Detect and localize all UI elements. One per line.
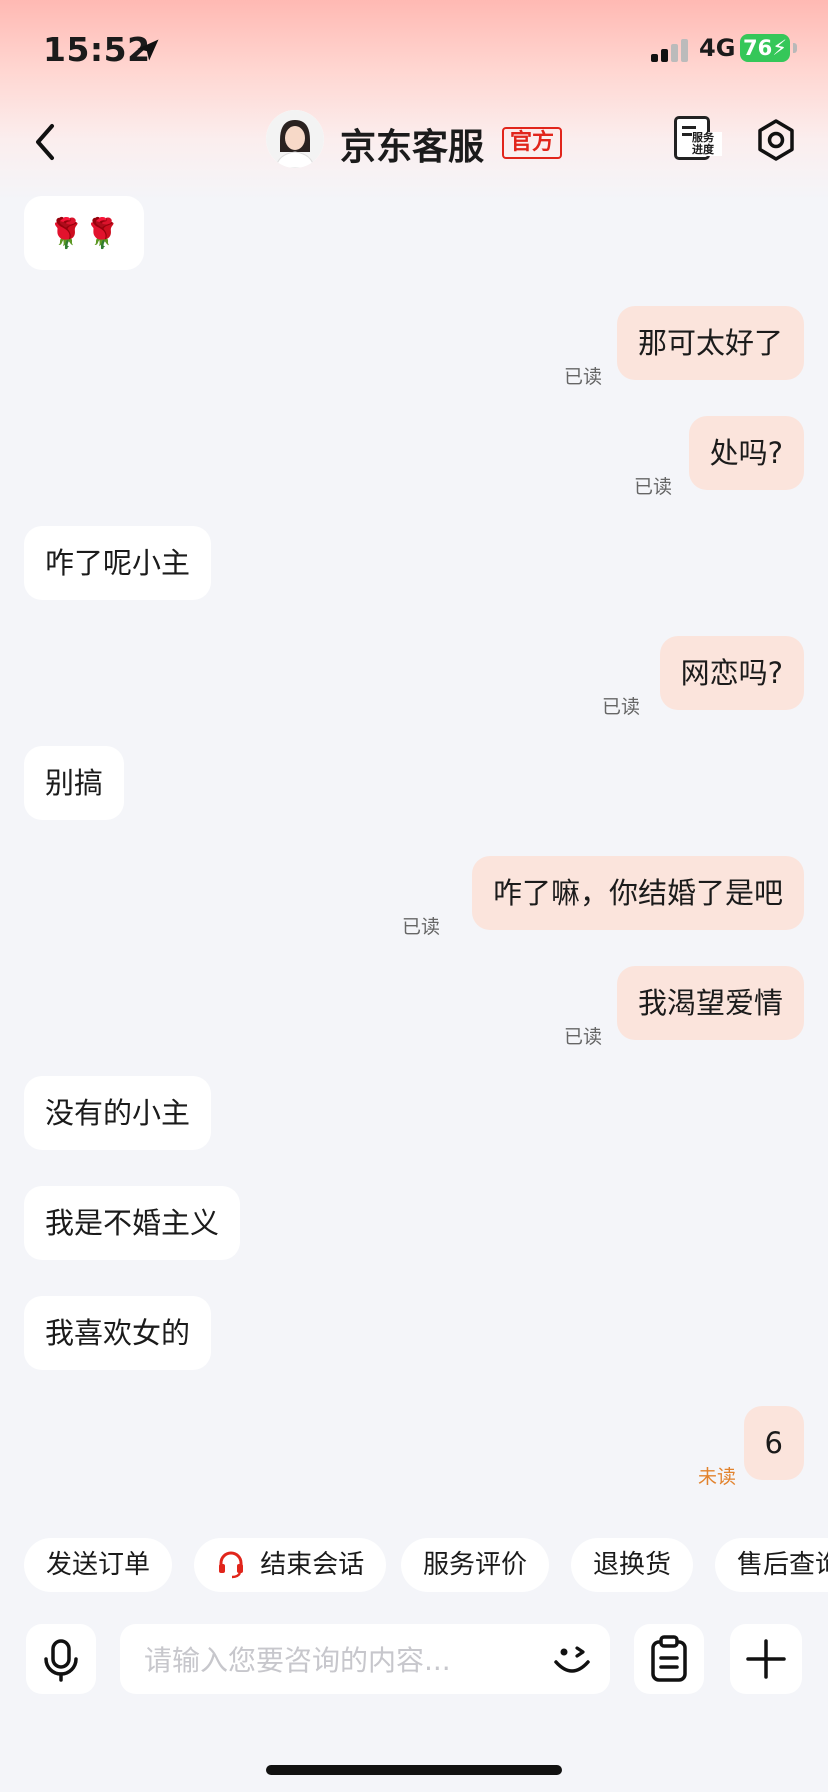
home-indicator [266, 1765, 562, 1775]
settings-gear-icon[interactable] [754, 118, 798, 162]
message-bubble-incoming[interactable]: 别搞 [24, 746, 125, 820]
agent-avatar[interactable] [266, 110, 324, 168]
headset-icon [219, 1551, 243, 1579]
cellular-signal-icon [651, 38, 691, 62]
end-session-button[interactable]: 结束会话 [194, 1538, 387, 1592]
message-text: 我渴望爱情 [637, 986, 783, 1020]
read-status: 已读 [563, 366, 602, 388]
read-status: 已读 [601, 696, 640, 718]
chip-label: 服务评价 [423, 1550, 528, 1580]
read-status: 已读 [633, 476, 672, 498]
more-options-button[interactable] [730, 1624, 802, 1694]
wink-emoji-icon[interactable] [550, 1638, 594, 1682]
plus-icon [746, 1639, 786, 1679]
clipboard-button[interactable] [634, 1624, 704, 1694]
message-text: 那可太好了 [637, 326, 783, 360]
charging-icon: ⚡ [772, 36, 787, 60]
service-progress-label: 服务进度 [692, 132, 722, 156]
service-progress-button[interactable]: 服务进度 [672, 114, 722, 164]
message-bubble-outgoing[interactable]: 那可太好了 [616, 306, 804, 380]
message-bubble-outgoing[interactable]: 6 [743, 1406, 804, 1480]
voice-input-button[interactable] [26, 1624, 96, 1694]
location-arrow-icon [137, 39, 159, 61]
agent-avatar-illustration [266, 110, 324, 168]
message-text: 我喜欢女的 [45, 1316, 191, 1350]
send-order-button[interactable]: 发送订单 [24, 1538, 173, 1592]
read-status: 已读 [401, 916, 440, 938]
message-text: 处吗? [709, 436, 783, 470]
message-bubble-incoming[interactable]: 我喜欢女的 [24, 1296, 212, 1370]
message-text: 咋了呢小主 [45, 546, 191, 580]
message-text: 没有的小主 [45, 1096, 191, 1130]
microphone-icon [44, 1639, 78, 1682]
message-text: 别搞 [45, 766, 104, 800]
message-bubble-incoming[interactable]: 我是不婚主义 [24, 1186, 241, 1260]
message-input-container [120, 1624, 610, 1696]
chip-label: 售后查询 [737, 1550, 828, 1580]
message-bubble-incoming[interactable]: 咋了呢小主 [24, 526, 212, 600]
page-title: 京东客服 [340, 127, 485, 168]
clipboard-icon [651, 1635, 687, 1682]
message-input[interactable] [142, 1624, 546, 1696]
quick-actions-bar: 发送订单 结束会话 服务评价 退换货 售后查询 [0, 1536, 828, 1596]
nav-bar: 京东客服 官方 服务进度 [0, 100, 828, 180]
message-text: 网恋吗? [680, 656, 783, 690]
official-badge: 官方 [502, 127, 563, 159]
battery-indicator: 76 ⚡ [740, 34, 790, 62]
return-exchange-button[interactable]: 退换货 [571, 1538, 694, 1592]
read-status: 已读 [563, 1026, 602, 1048]
after-sales-query-button[interactable]: 售后查询 [715, 1538, 828, 1592]
message-text: 咋了嘛，你结婚了是吧 [492, 876, 783, 910]
message-text: 我是不婚主义 [45, 1206, 220, 1240]
status-bar: 15:52 4G 76 ⚡ [0, 0, 828, 100]
message-bubble-outgoing[interactable]: 处吗? [688, 416, 804, 490]
chip-label: 退换货 [593, 1550, 672, 1580]
message-text: 6 [764, 1426, 783, 1460]
rose-emoji-message: 🌹🌹 [48, 216, 121, 250]
message-bubble-incoming[interactable]: 🌹🌹 [24, 196, 145, 270]
network-type: 4G [699, 34, 736, 62]
input-bar [0, 1622, 828, 1696]
message-bubble-outgoing[interactable]: 咋了嘛，你结婚了是吧 [471, 856, 804, 930]
message-bubble-incoming[interactable]: 没有的小主 [24, 1076, 212, 1150]
battery-cap [793, 43, 797, 53]
chip-label: 发送订单 [46, 1550, 151, 1580]
back-icon[interactable] [28, 120, 64, 164]
service-rating-button[interactable]: 服务评价 [401, 1538, 550, 1592]
chip-label: 结束会话 [260, 1550, 365, 1580]
message-bubble-outgoing[interactable]: 网恋吗? [659, 636, 804, 710]
message-bubble-outgoing[interactable]: 我渴望爱情 [616, 966, 804, 1040]
battery-level: 76 [743, 36, 773, 60]
unread-status: 未读 [697, 1466, 736, 1488]
